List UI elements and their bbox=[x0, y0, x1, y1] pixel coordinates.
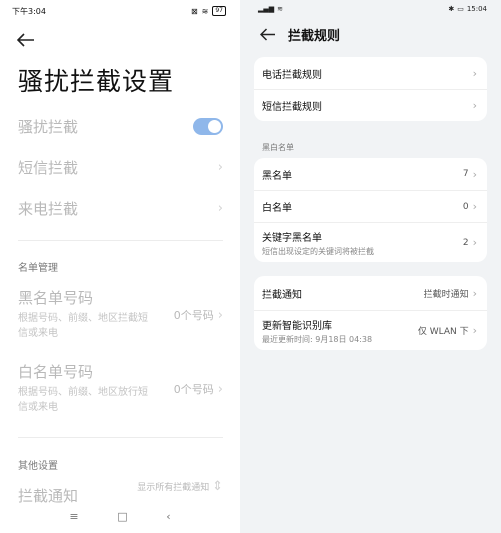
keyword-blacklist-sub: 短信出现设定的关键词将被拦截 bbox=[262, 246, 374, 256]
wifi-icon: ≋ bbox=[277, 5, 284, 13]
sms-block-label: 短信拦截 bbox=[18, 159, 79, 177]
left-screen: 下午3:04 ⊠ ≋ 97 骚扰拦截设置 骚扰拦截 短信拦截 › 来电拦截 › … bbox=[0, 0, 240, 533]
intercept-notify-value: 拦截时通知 bbox=[423, 289, 469, 300]
whitelist-value: 0个号码 › bbox=[174, 381, 223, 397]
settings-card: 拦截通知 拦截时通知 › 更新智能识别库 最近更新时间: 9月18日 04:38 … bbox=[254, 276, 487, 350]
call-block-label: 来电拦截 bbox=[18, 200, 79, 218]
section-header-other: 其他设置 bbox=[18, 461, 58, 472]
update-library-row[interactable]: 更新智能识别库 最近更新时间: 9月18日 04:38 仅 WLAN 下 › bbox=[254, 310, 487, 350]
intercept-notify-row[interactable]: 拦截通知 拦截时通知 › bbox=[254, 276, 487, 310]
chevron-right-icon: › bbox=[472, 236, 477, 249]
chevron-right-icon: › bbox=[472, 99, 477, 112]
whitelist-count: 0个号码 bbox=[173, 383, 214, 396]
divider bbox=[18, 437, 223, 438]
sms-rules-label: 短信拦截规则 bbox=[262, 102, 322, 113]
call-block-row[interactable]: 来电拦截 › bbox=[18, 198, 223, 219]
status-bar: 下午3:04 ⊠ ≋ 97 bbox=[12, 5, 226, 17]
blacklist-count: 0个号码 bbox=[173, 309, 214, 322]
intercept-notify-label: 拦截通知 bbox=[262, 289, 302, 301]
call-rules-row[interactable]: 电话拦截规则 › bbox=[254, 57, 487, 89]
chevron-right-icon: › bbox=[217, 308, 223, 323]
status-time: 下午3:04 bbox=[12, 6, 46, 16]
menu-icon[interactable]: ≡ bbox=[69, 510, 78, 526]
whitelist-title: 白名单号码 bbox=[18, 363, 94, 381]
right-screen: ▂▄▆ ≋ ✱ ▭ 15:04 拦截规则 电话拦截规则 › 短信拦截规则 › 黑… bbox=[240, 0, 501, 533]
blacklist-item[interactable]: 黑名单号码 根据号码、前缀、地区拦截短信或来电 0个号码 › bbox=[18, 287, 223, 341]
blacklist-value: 0个号码 › bbox=[174, 307, 223, 323]
harass-block-label: 骚扰拦截 bbox=[18, 118, 79, 136]
section-header-lists: 黑白名单 bbox=[262, 143, 294, 152]
blacklist-subtitle: 根据号码、前缀、地区拦截短信或来电 bbox=[18, 313, 148, 339]
update-library-label: 更新智能识别库 bbox=[262, 320, 332, 332]
back-icon[interactable]: ‹ bbox=[166, 510, 170, 526]
keyword-blacklist-label: 关键字黑名单 bbox=[262, 232, 322, 244]
update-library-sub: 最近更新时间: 9月18日 04:38 bbox=[262, 334, 373, 344]
chevron-right-icon: › bbox=[217, 160, 223, 175]
signal-icon: ▂▄▆ bbox=[258, 5, 275, 13]
chevron-right-icon: › bbox=[472, 66, 477, 80]
chevron-updown-icon: ⇕ bbox=[212, 479, 223, 494]
blacklist-count: 7 bbox=[462, 169, 469, 179]
blacklist-title: 黑名单号码 bbox=[18, 289, 94, 307]
whitelist-subtitle: 根据号码、前缀、地区放行短信或来电 bbox=[18, 387, 148, 413]
chevron-right-icon: › bbox=[472, 200, 477, 213]
chevron-right-icon: › bbox=[472, 167, 477, 181]
back-arrow-icon[interactable] bbox=[17, 33, 35, 47]
divider bbox=[18, 240, 223, 241]
page-title: 拦截规则 bbox=[288, 29, 341, 44]
sms-block-row[interactable]: 短信拦截 › bbox=[18, 157, 223, 178]
back-arrow-icon[interactable] bbox=[260, 28, 276, 41]
harass-block-toggle[interactable] bbox=[193, 118, 223, 135]
sim-icon: ⊠ bbox=[190, 6, 198, 16]
harass-block-row[interactable]: 骚扰拦截 bbox=[18, 116, 223, 137]
sms-rules-row[interactable]: 短信拦截规则 › bbox=[254, 89, 487, 121]
whitelist-count: 0 bbox=[462, 201, 469, 212]
blacklist-row[interactable]: 黑名单 7 › bbox=[254, 158, 487, 190]
blacklist-label: 黑名单 bbox=[262, 170, 292, 182]
toggle-knob bbox=[208, 120, 221, 133]
chevron-right-icon: › bbox=[217, 382, 223, 397]
chevron-right-icon: › bbox=[472, 324, 477, 337]
wifi-icon: ≋ bbox=[201, 6, 209, 16]
notify-label: 拦截通知 bbox=[18, 487, 79, 505]
battery-icon: 97 bbox=[212, 6, 226, 16]
section-header-lists: 名单管理 bbox=[18, 263, 58, 274]
whitelist-item[interactable]: 白名单号码 根据号码、前缀、地区放行短信或来电 0个号码 › bbox=[18, 361, 223, 415]
status-bar: ▂▄▆ ≋ ✱ ▭ 15:04 bbox=[258, 4, 487, 14]
update-library-value: 仅 WLAN 下 bbox=[417, 327, 469, 337]
battery-icon: ▭ bbox=[457, 5, 464, 13]
rules-card: 电话拦截规则 › 短信拦截规则 › bbox=[254, 57, 487, 121]
page-title: 骚扰拦截设置 bbox=[18, 67, 175, 96]
notify-value-text: 显示所有拦截通知 bbox=[137, 483, 210, 493]
lists-card: 黑名单 7 › 白名单 0 › 关键字黑名单 短信出现设定的关键词将被拦截 2 › bbox=[254, 158, 487, 262]
nav-bar: ≡ □ ‹ bbox=[0, 510, 240, 526]
keyword-blacklist-row[interactable]: 关键字黑名单 短信出现设定的关键词将被拦截 2 › bbox=[254, 222, 487, 262]
bluetooth-icon: ✱ bbox=[448, 5, 455, 13]
notify-value[interactable]: 显示所有拦截通知 ⇕ bbox=[123, 479, 223, 494]
whitelist-row[interactable]: 白名单 0 › bbox=[254, 190, 487, 222]
call-rules-label: 电话拦截规则 bbox=[262, 69, 322, 81]
status-time: 15:04 bbox=[466, 5, 487, 13]
whitelist-label: 白名单 bbox=[262, 203, 292, 214]
chevron-right-icon: › bbox=[472, 286, 477, 300]
home-icon[interactable]: □ bbox=[117, 510, 127, 526]
chevron-right-icon: › bbox=[217, 201, 223, 216]
keyword-blacklist-count: 2 bbox=[462, 237, 469, 248]
